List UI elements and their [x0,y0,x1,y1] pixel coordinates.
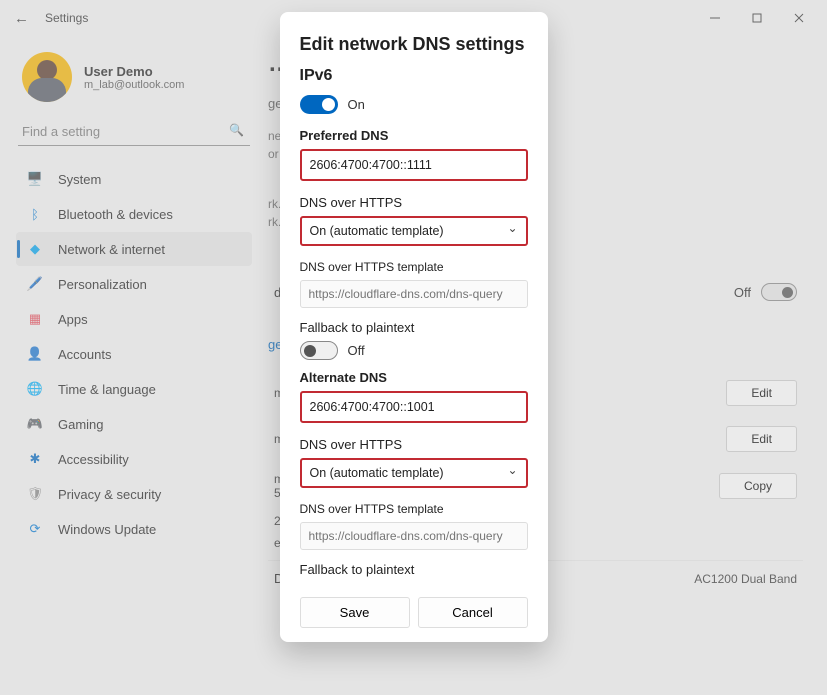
fallback-label-1: Fallback to plaintext [300,320,528,335]
save-button[interactable]: Save [300,597,410,628]
alternate-dns-label: Alternate DNS [300,370,528,385]
doh-template-label-1: DNS over HTTPS template [300,260,528,274]
ipv6-heading: IPv6 [300,67,528,85]
doh-template-label-2: DNS over HTTPS template [300,502,528,516]
preferred-dns-input[interactable] [300,149,528,181]
doh-select-1[interactable] [300,216,528,246]
doh-label-2: DNS over HTTPS [300,437,528,452]
alternate-dns-input[interactable] [300,391,528,423]
preferred-dns-label: Preferred DNS [300,128,528,143]
dialog-title: Edit network DNS settings [300,34,528,55]
ipv6-toggle[interactable] [300,95,338,114]
doh-label-1: DNS over HTTPS [300,195,528,210]
fallback-toggle-1[interactable] [300,341,338,360]
doh-template-input-1 [300,280,528,308]
doh-select-2[interactable] [300,458,528,488]
doh-template-input-2 [300,522,528,550]
dns-settings-dialog: Edit network DNS settings IPv6 On Prefer… [280,12,548,642]
fallback-label-2: Fallback to plaintext [300,562,528,577]
cancel-button[interactable]: Cancel [418,597,528,628]
